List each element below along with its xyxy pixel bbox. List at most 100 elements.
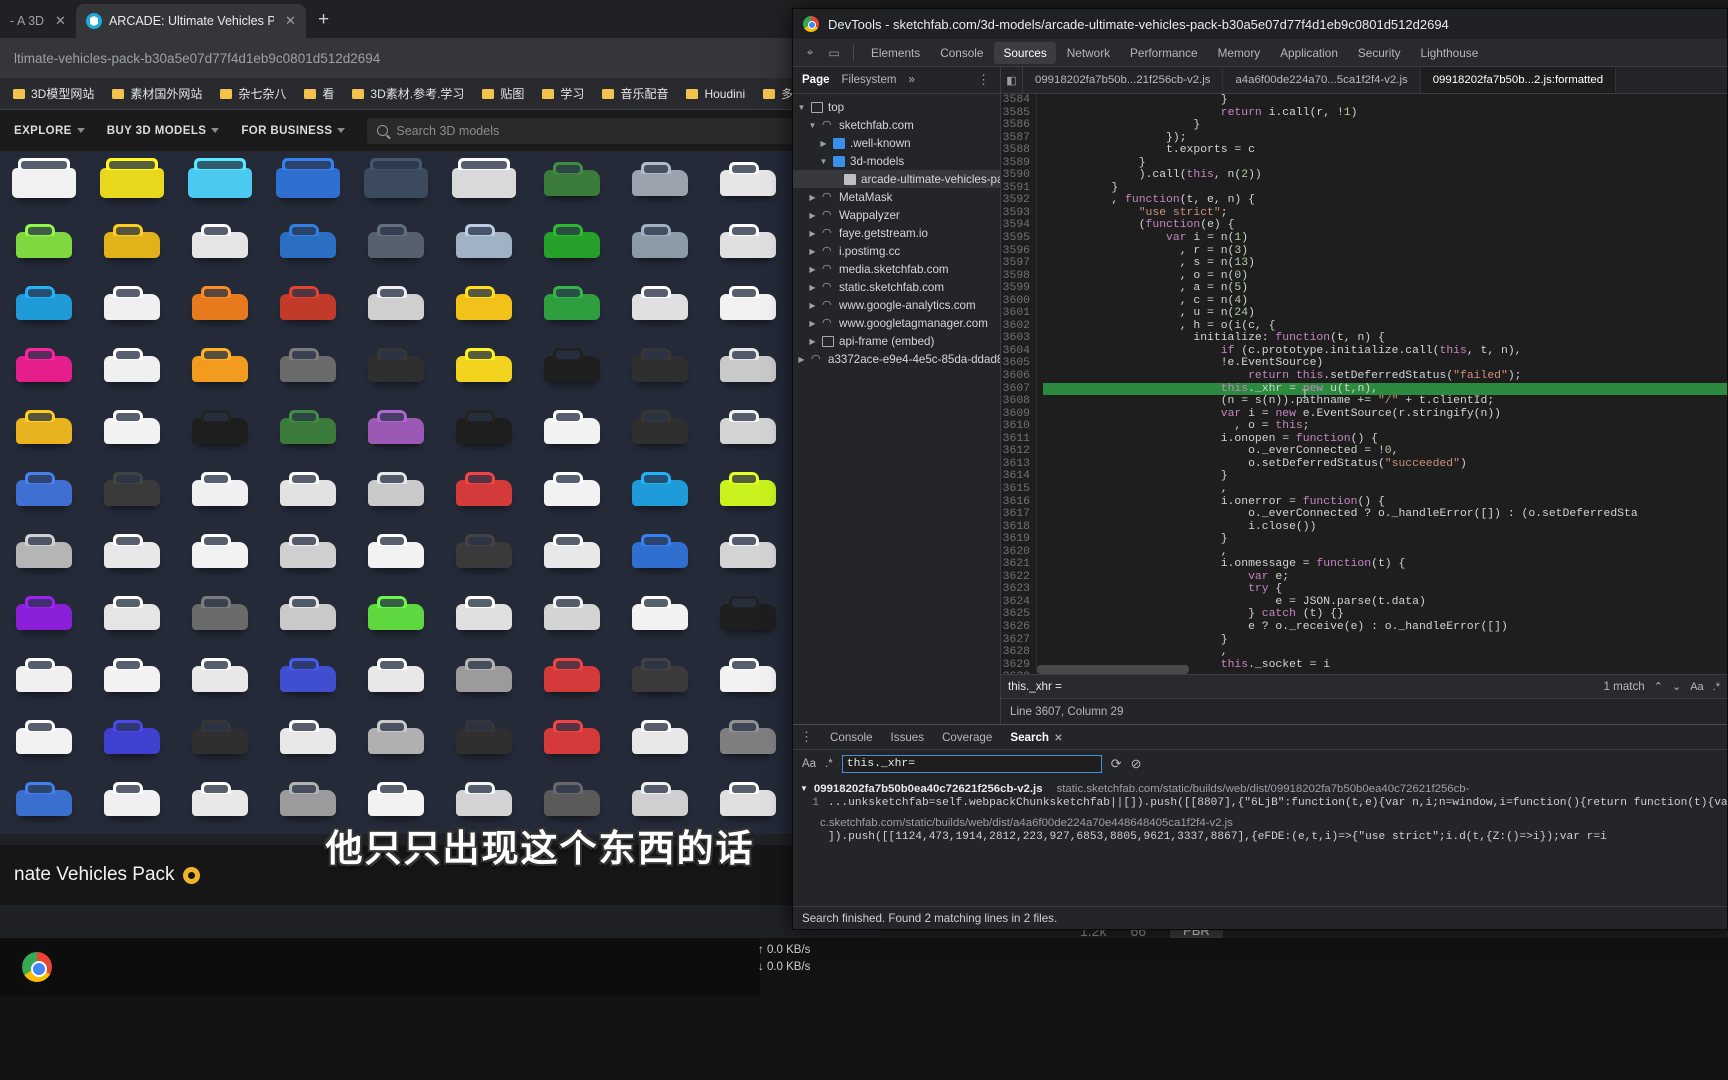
code-line[interactable]: var i = new e.EventSource(r.stringify(n)… (1043, 408, 1727, 421)
code-line[interactable]: o.setDeferredStatus("succeeded") (1043, 458, 1727, 471)
code-line[interactable]: this._xhr = new u(t,n), (1043, 382, 1727, 396)
search-results-list[interactable]: ▼ 09918202fa7b50b0ea40c72621f256cb-v2.js s… (793, 778, 1727, 906)
regex-icon[interactable]: .* (825, 758, 833, 770)
chevron-down-icon[interactable]: ▼ (800, 784, 808, 793)
code-line[interactable]: , o = this; (1043, 420, 1727, 433)
code-line[interactable]: } (1043, 94, 1727, 107)
code-line[interactable]: , s = n(13) (1043, 257, 1727, 270)
tree-node[interactable]: arcade-ultimate-vehicles-pac (793, 170, 1000, 188)
code-line[interactable]: return this.setDeferredStatus("failed"); (1043, 370, 1727, 383)
code-line[interactable]: , function(t, e, n) { (1043, 194, 1727, 207)
horizontal-scrollbar[interactable] (1037, 665, 1189, 674)
code-line[interactable]: } (1043, 533, 1727, 546)
search-result-file[interactable]: ▼ 09918202fa7b50b0ea40c72621f256cb-v2.js s… (793, 780, 1727, 797)
tree-node[interactable]: ▶ ◠ a3372ace-e9e4-4e5c-85da-ddad820 (793, 350, 1000, 368)
panel-tab-security[interactable]: Security (1349, 42, 1410, 64)
find-prev-icon[interactable]: ⌃ (1654, 680, 1663, 693)
code-line[interactable]: e ? o._receive(e) : o._handleError([]) (1043, 621, 1727, 634)
address-bar[interactable]: ltimate-vehicles-pack-b30a5e07d77f4d1eb9… (0, 38, 880, 78)
chevron-right-icon[interactable]: ▶ (808, 265, 817, 274)
code-line[interactable]: }); (1043, 132, 1727, 145)
tree-node[interactable]: ▼ top (793, 98, 1000, 116)
file-tab-0[interactable]: 09918202fa7b50b...21f256cb-v2.js (1023, 67, 1224, 93)
code-line[interactable]: , o = n(0) (1043, 270, 1727, 283)
clear-icon[interactable]: ⊘ (1131, 756, 1142, 772)
code-line[interactable]: , (1043, 646, 1727, 659)
tree-node[interactable]: ▼ 3d-models (793, 152, 1000, 170)
tree-node[interactable]: ▶ api-frame (embed) (793, 332, 1000, 350)
code-line[interactable]: } (1043, 470, 1727, 483)
drawer-tab-coverage[interactable]: Coverage (934, 728, 1000, 747)
bookmark-item[interactable]: 贴图 (475, 82, 531, 105)
close-icon[interactable]: ✕ (1054, 733, 1062, 744)
drawer-tab-search[interactable]: Search ✕ (1002, 728, 1070, 747)
search-input[interactable]: this._xhr= (841, 755, 1102, 773)
tree-node[interactable]: ▶ ◠ static.sketchfab.com (793, 278, 1000, 296)
chevron-right-icon[interactable]: ▶ (819, 139, 828, 148)
bookmark-item[interactable]: 学习 (535, 82, 591, 105)
close-icon[interactable]: ✕ (55, 13, 66, 29)
code-line[interactable]: , c = n(4) (1043, 295, 1727, 308)
bookmark-item[interactable]: Houdini (679, 84, 752, 104)
tree-node[interactable]: ▶ ◠ i.postimg.cc (793, 242, 1000, 260)
refresh-icon[interactable]: ⟳ (1111, 756, 1122, 772)
kebab-menu-icon[interactable]: ⋮ (977, 72, 991, 88)
search-result-line[interactable]: 1 ...unksketchfab=self.webpackChunksketch… (793, 797, 1727, 814)
code-line[interactable]: (function(e) { (1043, 219, 1727, 232)
code-line[interactable]: } (1043, 182, 1727, 195)
close-icon[interactable]: ✕ (285, 13, 296, 29)
code-line[interactable]: e = JSON.parse(t.data) (1043, 596, 1727, 609)
tab-page[interactable]: Page (802, 74, 830, 86)
panel-tab-elements[interactable]: Elements (862, 42, 929, 64)
code-line[interactable]: } (1043, 634, 1727, 647)
search-result-line[interactable]: ]).push([[1124,473,1914,2812,223,927,685… (793, 831, 1727, 848)
chevron-right-icon[interactable]: ▶ (808, 247, 817, 256)
code-line[interactable]: (n = s(n)).pathname += "/" + t.clientId; (1043, 395, 1727, 408)
code-editor[interactable]: 3584 3585 3586 3587 3588 3589 3590 3591 3592 3593… (1001, 94, 1727, 674)
code-line[interactable]: if (c.prototype.initialize.call(this, t,… (1043, 345, 1727, 358)
code-line[interactable]: ).call(this, n(2)) (1043, 169, 1727, 182)
code-line[interactable]: i.onmessage = function(t) { (1043, 558, 1727, 571)
tree-node[interactable]: ▶ ◠ media.sketchfab.com (793, 260, 1000, 278)
code-line[interactable]: o._everConnected = !0, (1043, 445, 1727, 458)
match-case-icon[interactable]: Aa (802, 758, 816, 770)
panel-tab-application[interactable]: Application (1271, 42, 1347, 64)
panel-tab-sources[interactable]: Sources (994, 41, 1056, 64)
chevron-right-icon[interactable]: ▶ (808, 283, 817, 292)
code-content[interactable]: } return i.call(r, !1) } }); t.exports =… (1037, 94, 1727, 674)
find-query[interactable]: this._xhr = (1008, 680, 1595, 693)
site-search-input[interactable]: Search 3D models (367, 117, 838, 144)
more-tabs-icon[interactable]: » (908, 74, 914, 86)
code-line[interactable]: } (1043, 119, 1727, 132)
code-line[interactable]: i.onerror = function() { (1043, 496, 1727, 509)
code-line[interactable]: t.exports = c (1043, 144, 1727, 157)
code-line[interactable]: , u = n(24) (1043, 307, 1727, 320)
code-line[interactable]: , (1043, 483, 1727, 496)
code-line[interactable]: } (1043, 157, 1727, 170)
bookmark-item[interactable]: 3D模型网站 (6, 82, 101, 105)
code-line[interactable]: return i.call(r, !1) (1043, 107, 1727, 120)
new-tab-button[interactable]: + (318, 9, 329, 31)
tree-node[interactable]: ▶ ◠ Wappalyzer (793, 206, 1000, 224)
browser-tab-0[interactable]: - A 3D ✕ (0, 4, 76, 38)
panel-tab-network[interactable]: Network (1058, 42, 1119, 64)
code-line[interactable]: var i = n(1) (1043, 232, 1727, 245)
bookmark-item[interactable]: 杂七杂八 (213, 82, 293, 105)
site-nav-buy[interactable]: BUY 3D MODELS (107, 125, 220, 137)
panel-tab-console[interactable]: Console (931, 42, 992, 64)
kebab-menu-icon[interactable]: ⋮ (800, 729, 814, 745)
code-line[interactable]: initialize: function(t, n) { (1043, 332, 1727, 345)
chevron-right-icon[interactable]: ▶ (808, 193, 817, 202)
tree-node[interactable]: ▶ ◠ www.googletagmanager.com (793, 314, 1000, 332)
code-line[interactable]: o._everConnected ? o._handleError([]) : … (1043, 508, 1727, 521)
chevron-right-icon[interactable]: ▶ (808, 319, 817, 328)
gear-icon[interactable] (182, 866, 200, 884)
tree-node[interactable]: ▶ ◠ MetaMask (793, 188, 1000, 206)
code-line[interactable]: , r = n(3) (1043, 245, 1727, 258)
bookmark-item[interactable]: 音乐配音 (595, 82, 675, 105)
code-line[interactable]: var e; (1043, 571, 1727, 584)
tree-node[interactable]: ▶ ◠ faye.getstream.io (793, 224, 1000, 242)
chevron-right-icon[interactable]: ▶ (797, 355, 806, 364)
chevron-down-icon[interactable]: ▼ (808, 121, 817, 130)
tree-node[interactable]: ▶ ◠ www.google-analytics.com (793, 296, 1000, 314)
